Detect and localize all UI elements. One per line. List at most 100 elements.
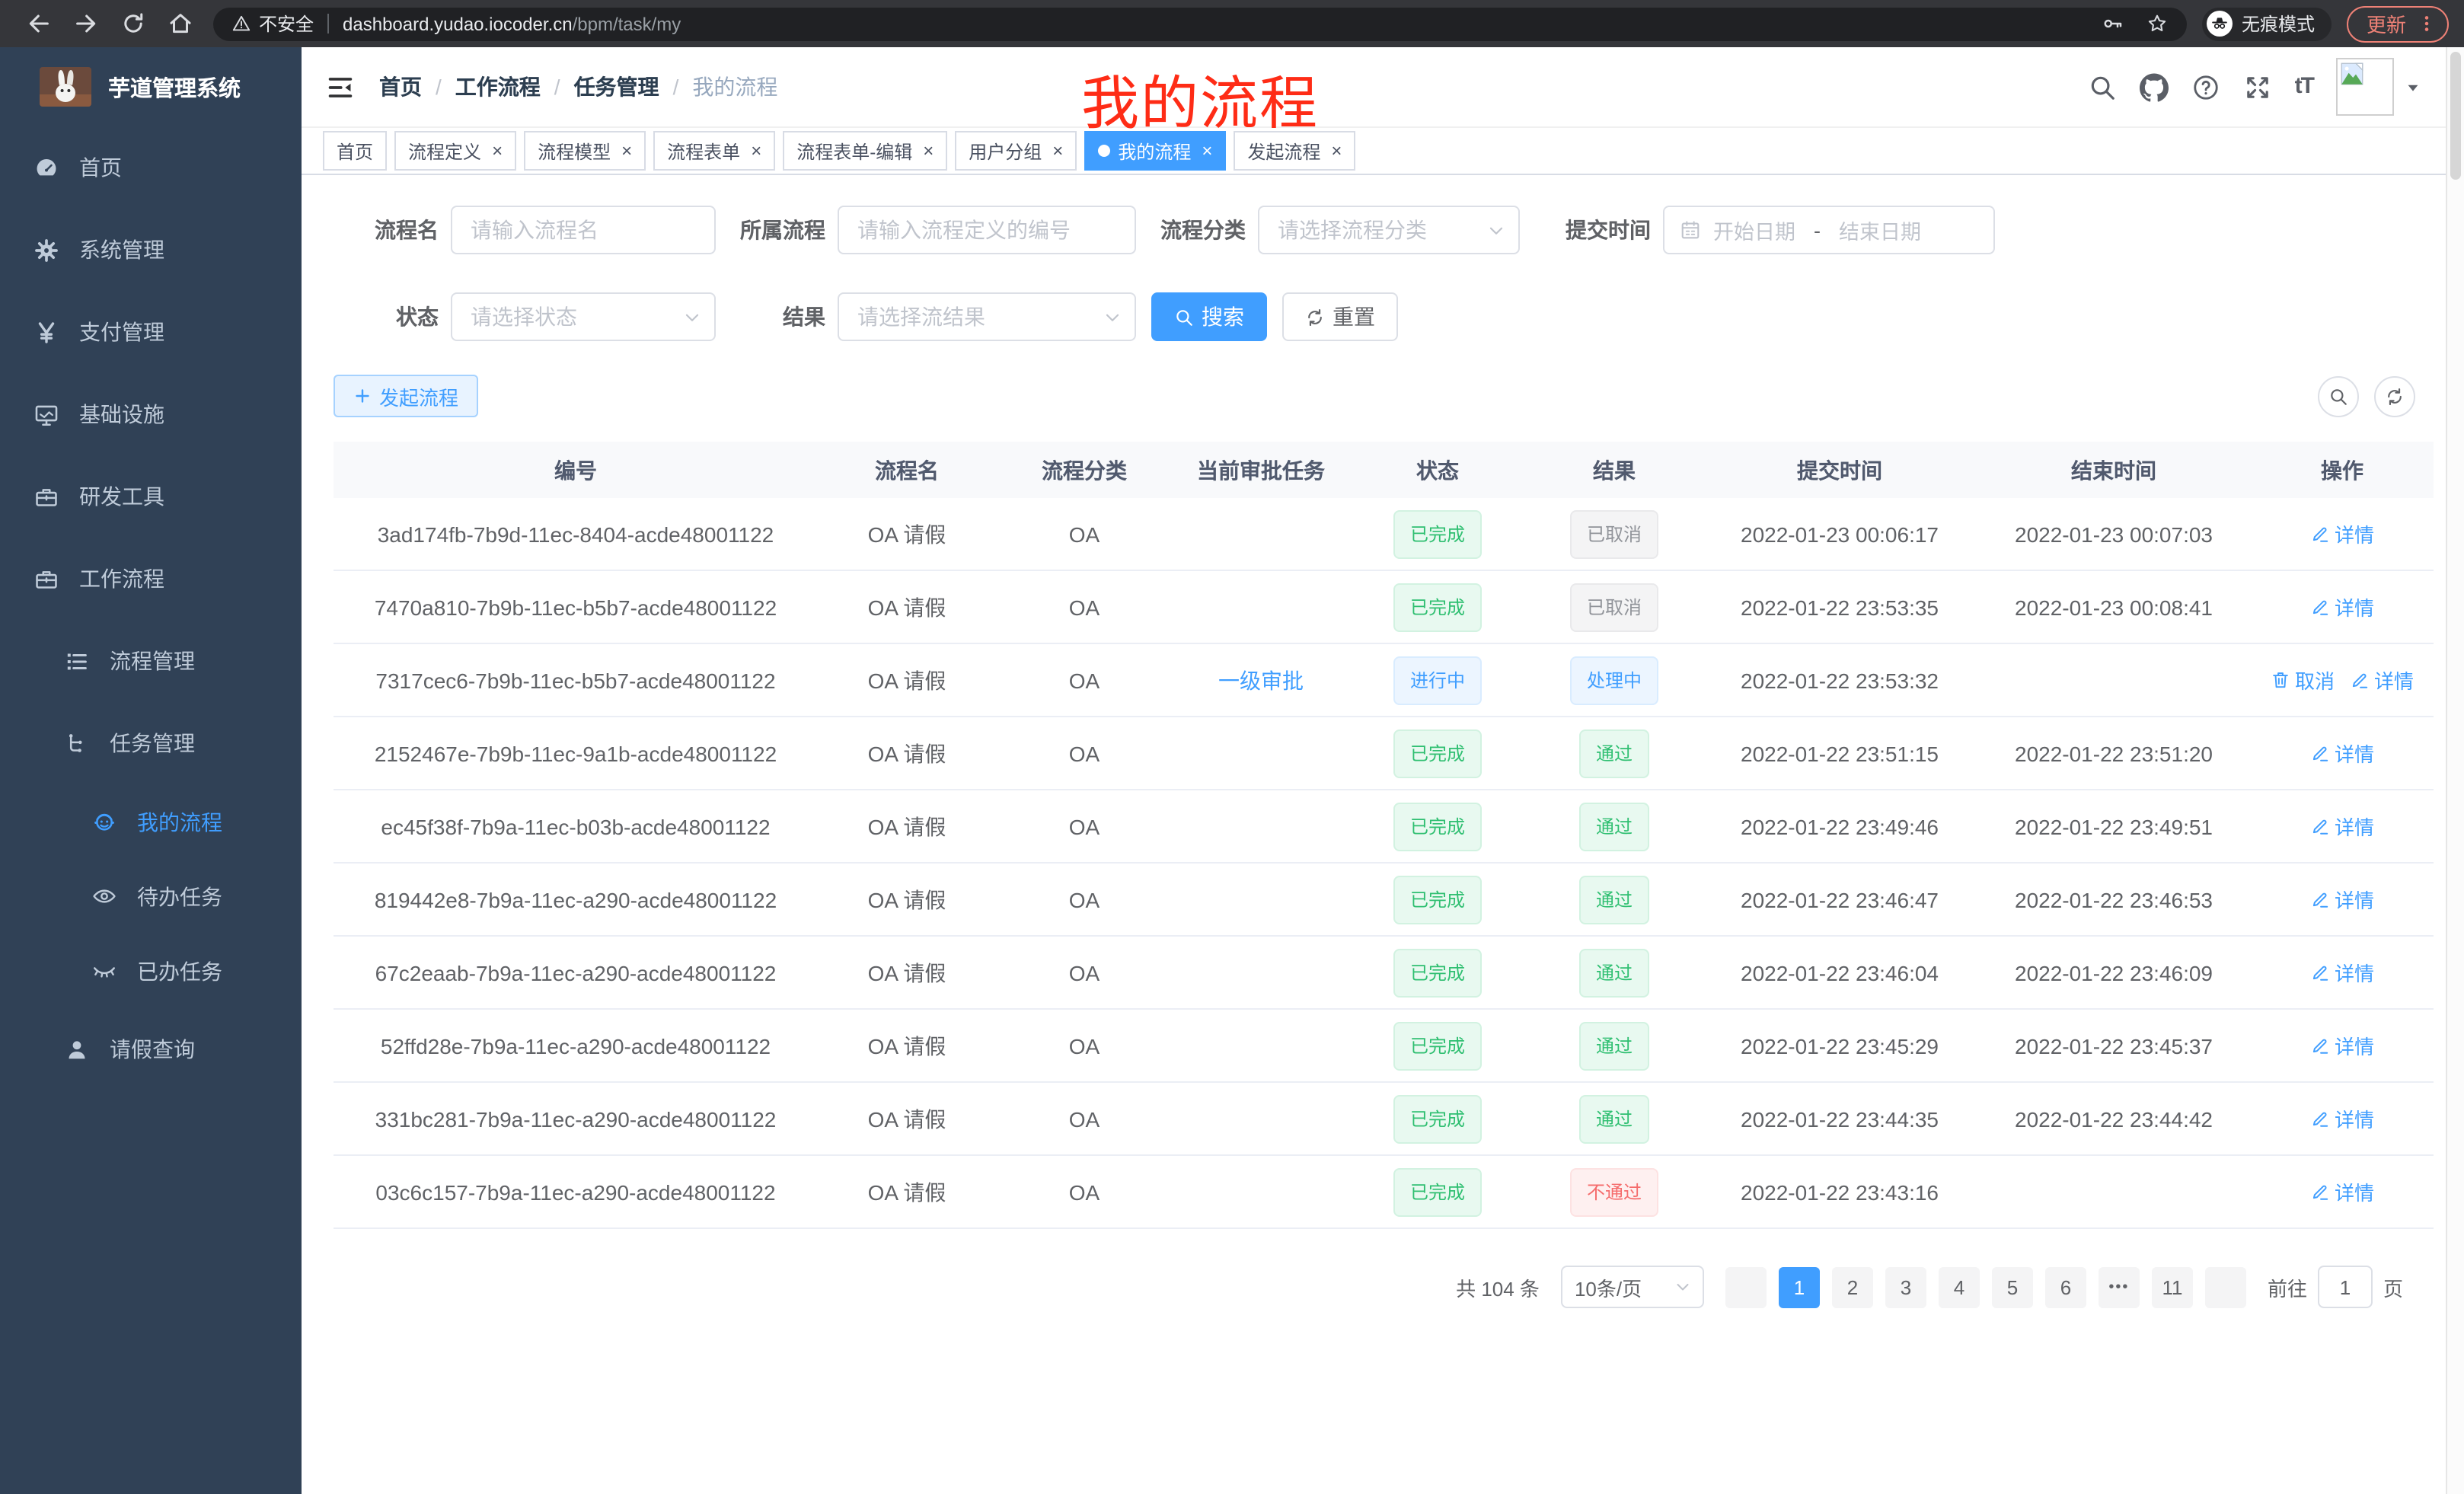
sidebar-item-请假查询[interactable]: 请假查询 [0,1008,302,1090]
close-icon[interactable]: × [621,140,632,161]
url-host: dashboard.yudao.iocoder.cn [343,13,573,34]
refresh-table-button[interactable] [2374,375,2415,417]
back-icon[interactable] [26,11,52,37]
process-name-input[interactable] [451,206,716,254]
action-详情[interactable]: 详情 [2310,519,2374,548]
update-button[interactable]: 更新 [2347,5,2449,42]
close-icon[interactable]: × [751,140,761,161]
tab-首页[interactable]: 首页 [323,131,387,171]
logo-row[interactable]: 芋道管理系统 [0,47,302,126]
status-select[interactable]: 请选择状态 [451,292,716,341]
action-详情[interactable]: 详情 [2310,1177,2374,1206]
goto-page-input[interactable] [2318,1266,2373,1308]
gear-icon [34,237,59,263]
close-icon[interactable]: × [1202,140,1212,161]
sidebar-item-基础设施[interactable]: 基础设施 [0,373,302,455]
toggle-search-button[interactable] [2318,375,2359,417]
tab-流程表单-编辑[interactable]: 流程表单-编辑× [783,131,947,171]
close-icon[interactable]: × [923,140,934,161]
forward-icon[interactable] [73,11,99,37]
actions-cell: 详情 [2251,739,2434,768]
avatar-caret-icon[interactable] [2405,78,2421,95]
date-range-picker[interactable]: 开始日期 - 结束日期 [1663,206,1995,254]
help-icon[interactable] [2191,72,2220,101]
action-详情[interactable]: 详情 [2310,739,2374,768]
page-2[interactable]: 2 [1832,1266,1873,1307]
collapse-sidebar-icon[interactable] [326,72,355,101]
browser-menu-icon[interactable] [2417,14,2437,34]
close-icon[interactable]: × [1331,140,1342,161]
status-placeholder: 请选择状态 [471,302,577,332]
result-select[interactable]: 请选择流结果 [838,292,1136,341]
fullscreen-icon[interactable] [2243,72,2272,101]
github-icon[interactable] [2140,72,2169,101]
sidebar-item-系统管理[interactable]: 系统管理 [0,209,302,291]
incognito-icon [2210,14,2229,34]
page-size-select[interactable]: 10条/页 [1561,1266,1704,1308]
actions-cell: 详情 [2251,1104,2434,1133]
scrollbar-thumb[interactable] [2450,52,2461,180]
action-详情[interactable]: 详情 [2310,1104,2374,1133]
action-取消[interactable]: 取消 [2271,666,2335,694]
tab-流程模型[interactable]: 流程模型× [524,131,646,171]
current-task-link[interactable]: 一级审批 [1218,668,1304,692]
page-ellipsis[interactable]: ••• [2099,1266,2140,1307]
close-icon[interactable]: × [1052,140,1063,161]
table-row: 2152467e-7b9b-11ec-9a1b-acde48001122OA 请… [334,717,2434,790]
bookmark-star-icon[interactable] [2146,12,2169,35]
sidebar-item-我的流程[interactable]: 我的流程 [0,784,302,859]
sidebar-item-label: 研发工具 [79,481,164,512]
sidebar-item-已办任务[interactable]: 已办任务 [0,934,302,1008]
close-icon[interactable]: × [492,140,503,161]
action-详情[interactable]: 详情 [2350,666,2414,694]
sidebar-item-待办任务[interactable]: 待办任务 [0,859,302,934]
breadcrumb-item[interactable]: 任务管理 [574,72,659,102]
tab-用户分组[interactable]: 用户分组× [955,131,1077,171]
password-key-icon[interactable] [2102,12,2124,35]
tab-流程定义[interactable]: 流程定义× [394,131,516,171]
breadcrumb-item[interactable]: 工作流程 [455,72,541,102]
search-button[interactable]: 搜索 [1151,292,1267,341]
sidebar-item-支付管理[interactable]: 支付管理 [0,291,302,373]
action-详情[interactable]: 详情 [2310,885,2374,914]
action-详情[interactable]: 详情 [2310,592,2374,621]
tab-流程表单[interactable]: 流程表单× [653,131,775,171]
sidebar-item-研发工具[interactable]: 研发工具 [0,455,302,538]
action-详情[interactable]: 详情 [2310,812,2374,841]
action-详情[interactable]: 详情 [2310,958,2374,987]
page-6[interactable]: 6 [2045,1266,2086,1307]
sidebar-item-首页[interactable]: 首页 [0,126,302,209]
sidebar-item-流程管理[interactable]: 流程管理 [0,620,302,702]
page-scrollbar[interactable] [2446,47,2464,1494]
home-icon[interactable] [168,11,193,37]
definition-label: 所属流程 [740,215,825,245]
page-1[interactable]: 1 [1779,1266,1820,1307]
status-cell: 已完成 [1349,1094,1526,1143]
create-process-button[interactable]: 发起流程 [334,375,478,417]
search-icon[interactable] [2088,72,2117,101]
avatar[interactable] [2336,58,2394,116]
result-cell: 通过 [1526,729,1703,777]
address-bar[interactable]: 不安全 dashboard.yudao.iocoder.cn /bpm/task… [213,7,2187,40]
action-详情[interactable]: 详情 [2310,1031,2374,1060]
breadcrumb-item[interactable]: 首页 [379,72,422,102]
not-secure-icon[interactable] [231,14,251,34]
page-5[interactable]: 5 [1992,1266,2033,1307]
page-11[interactable]: 11 [2152,1266,2193,1307]
category-cell: OA [996,668,1173,692]
table-toolbar: 发起流程 [302,375,2446,417]
sidebar-item-工作流程[interactable]: 工作流程 [0,538,302,620]
sidebar-item-任务管理[interactable]: 任务管理 [0,702,302,784]
next-page-button[interactable] [2205,1266,2246,1307]
page-4[interactable]: 4 [1939,1266,1980,1307]
font-size-icon[interactable]: tT [2295,72,2313,101]
reload-icon[interactable] [120,11,146,37]
category-select[interactable]: 请选择流程分类 [1258,206,1520,254]
monitor-icon [34,401,59,427]
navbar: 首页 / 工作流程 / 任务管理 / 我的流程 我的流程 tT [302,47,2446,128]
page-3[interactable]: 3 [1885,1266,1926,1307]
definition-input[interactable] [838,206,1136,254]
prev-page-button[interactable] [1725,1266,1767,1307]
active-tab-dot [1098,145,1110,157]
reset-button[interactable]: 重置 [1282,292,1398,341]
